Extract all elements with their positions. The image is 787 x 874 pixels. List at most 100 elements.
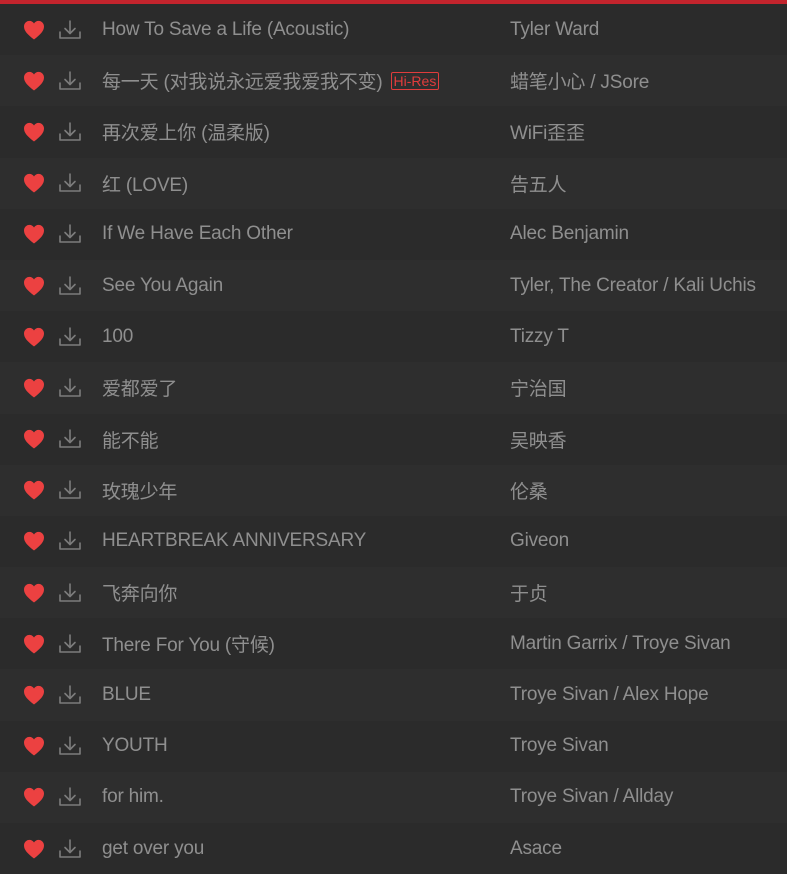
track-title[interactable]: See You Again <box>102 275 223 297</box>
track-title-cell: There For You (守候) <box>102 618 502 669</box>
track-title[interactable]: HEARTBREAK ANNIVERSARY <box>102 530 366 552</box>
track-artist[interactable]: 伦桑 <box>510 477 548 504</box>
track-title[interactable]: 每一天 (对我说永远爱我爱我不变) <box>102 67 383 94</box>
heart-icon[interactable] <box>22 479 46 501</box>
track-artist-cell: Tizzy T <box>510 311 787 362</box>
heart-icon[interactable] <box>22 223 46 245</box>
track-artist[interactable]: Tyler Ward <box>510 19 599 41</box>
track-row[interactable]: 爱都爱了 宁治国 <box>0 362 787 414</box>
track-artist[interactable]: 告五人 <box>510 170 567 197</box>
track-title-cell: 能不能 <box>102 414 502 465</box>
track-artist[interactable]: Giveon <box>510 530 569 552</box>
heart-icon[interactable] <box>22 70 46 92</box>
track-title[interactable]: get over you <box>102 838 204 860</box>
track-artist[interactable]: 蜡笔小心 / JSore <box>510 67 649 94</box>
track-title-cell: 红 (LOVE) <box>102 158 502 209</box>
track-title[interactable]: 能不能 <box>102 426 159 453</box>
track-title[interactable]: 红 (LOVE) <box>102 170 188 197</box>
heart-icon[interactable] <box>22 684 46 706</box>
track-title-cell: YOUTH <box>102 721 502 772</box>
heart-icon[interactable] <box>22 19 46 41</box>
heart-icon[interactable] <box>22 326 46 348</box>
track-title[interactable]: YOUTH <box>102 735 168 757</box>
track-title-cell: HEARTBREAK ANNIVERSARY <box>102 516 502 567</box>
track-row[interactable]: get over you Asace <box>0 823 787 874</box>
track-row[interactable]: If We Have Each Other Alec Benjamin <box>0 208 787 260</box>
track-row[interactable]: See You Again Tyler, The Creator / Kali … <box>0 259 787 312</box>
heart-icon[interactable] <box>22 428 46 450</box>
download-icon[interactable] <box>57 785 83 809</box>
track-row[interactable]: How To Save a Life (Acoustic) Tyler Ward <box>0 4 787 56</box>
heart-icon[interactable] <box>22 530 46 552</box>
track-title[interactable]: How To Save a Life (Acoustic) <box>102 19 349 41</box>
track-title[interactable]: 100 <box>102 326 133 348</box>
track-title[interactable]: 飞奔向你 <box>102 579 177 606</box>
track-artist-cell: 吴映香 <box>510 414 787 465</box>
track-title[interactable]: 再次爱上你 (温柔版) <box>102 118 270 145</box>
track-title[interactable]: If We Have Each Other <box>102 223 293 245</box>
heart-icon[interactable] <box>22 172 46 194</box>
track-title[interactable]: for him. <box>102 786 164 808</box>
heart-icon[interactable] <box>22 121 46 143</box>
download-icon[interactable] <box>57 171 83 195</box>
track-row[interactable]: 每一天 (对我说永远爱我爱我不变) Hi-Res 蜡笔小心 / JSore <box>0 55 787 107</box>
track-row[interactable]: HEARTBREAK ANNIVERSARY Giveon <box>0 515 787 568</box>
download-icon[interactable] <box>57 427 83 451</box>
heart-icon[interactable] <box>22 582 46 604</box>
track-title[interactable]: There For You (守候) <box>102 630 275 657</box>
track-artist[interactable]: Troye Sivan / Allday <box>510 786 673 808</box>
download-icon[interactable] <box>57 18 83 42</box>
track-row[interactable]: 再次爱上你 (温柔版) WiFi歪歪 <box>0 106 787 158</box>
heart-icon[interactable] <box>22 786 46 808</box>
track-title[interactable]: BLUE <box>102 684 151 706</box>
heart-icon[interactable] <box>22 633 46 655</box>
track-title[interactable]: 玫瑰少年 <box>102 477 177 504</box>
download-icon[interactable] <box>57 632 83 656</box>
track-artist[interactable]: Tizzy T <box>510 326 569 348</box>
download-icon[interactable] <box>57 376 83 400</box>
track-row[interactable]: 能不能 吴映香 <box>0 413 787 465</box>
track-artist[interactable]: Alec Benjamin <box>510 223 629 245</box>
track-row[interactable]: 100 Tizzy T <box>0 311 787 363</box>
track-artist[interactable]: Martin Garrix / Troye Sivan <box>510 633 731 655</box>
track-row[interactable]: 飞奔向你 于贞 <box>0 567 787 619</box>
download-icon[interactable] <box>57 69 83 93</box>
track-row[interactable]: BLUE Troye Sivan / Alex Hope <box>0 669 787 721</box>
track-artist[interactable]: 宁治国 <box>510 374 567 401</box>
download-icon[interactable] <box>57 734 83 758</box>
track-artist-cell: Alec Benjamin <box>510 209 787 260</box>
track-artist[interactable]: 吴映香 <box>510 426 567 453</box>
track-artist-cell: Tyler Ward <box>510 4 787 55</box>
track-list: How To Save a Life (Acoustic) Tyler Ward… <box>0 4 787 874</box>
track-row[interactable]: for him. Troye Sivan / Allday <box>0 771 787 823</box>
track-title-cell: 爱都爱了 <box>102 362 502 413</box>
download-icon[interactable] <box>57 274 83 298</box>
track-title[interactable]: 爱都爱了 <box>102 374 177 401</box>
track-artist-cell: Giveon <box>510 516 787 567</box>
heart-icon[interactable] <box>22 377 46 399</box>
track-artist[interactable]: Troye Sivan <box>510 735 609 757</box>
download-icon[interactable] <box>57 683 83 707</box>
download-icon[interactable] <box>57 120 83 144</box>
download-icon[interactable] <box>57 837 83 861</box>
track-row[interactable]: There For You (守候) Martin Garrix / Troye… <box>0 618 787 670</box>
download-icon[interactable] <box>57 222 83 246</box>
track-row[interactable]: 红 (LOVE) 告五人 <box>0 157 787 209</box>
track-title-cell: 每一天 (对我说永远爱我爱我不变) Hi-Res <box>102 55 502 106</box>
track-artist[interactable]: WiFi歪歪 <box>510 118 585 145</box>
track-artist[interactable]: Asace <box>510 838 562 860</box>
track-artist[interactable]: Tyler, The Creator / Kali Uchis <box>510 275 756 297</box>
heart-icon[interactable] <box>22 838 46 860</box>
download-icon[interactable] <box>57 529 83 553</box>
track-row[interactable]: YOUTH Troye Sivan <box>0 720 787 772</box>
track-artist[interactable]: Troye Sivan / Alex Hope <box>510 684 709 706</box>
track-row[interactable]: 玫瑰少年 伦桑 <box>0 464 787 516</box>
track-artist-cell: Troye Sivan / Allday <box>510 772 787 823</box>
track-artist[interactable]: 于贞 <box>510 579 548 606</box>
download-icon[interactable] <box>57 325 83 349</box>
track-title-cell: How To Save a Life (Acoustic) <box>102 4 502 55</box>
download-icon[interactable] <box>57 478 83 502</box>
heart-icon[interactable] <box>22 735 46 757</box>
heart-icon[interactable] <box>22 275 46 297</box>
download-icon[interactable] <box>57 581 83 605</box>
